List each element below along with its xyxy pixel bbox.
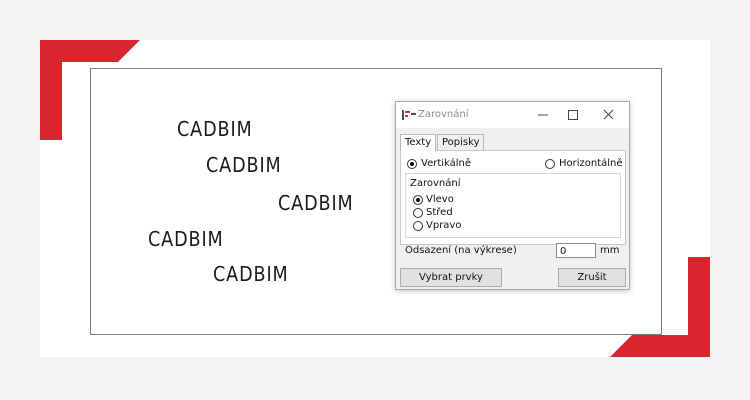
align-center-label[interactable]: Střed <box>426 207 453 218</box>
alignment-group-label: Zarovnání <box>410 178 461 189</box>
cancel-button[interactable]: Zrušit <box>558 268 626 287</box>
select-elements-button[interactable]: Vybrat prvky <box>400 268 502 287</box>
offset-label: Odsazení (na výkrese) <box>405 245 517 256</box>
minimize-button[interactable] <box>528 105 558 125</box>
cad-text-3[interactable]: CADBIM <box>278 191 354 215</box>
align-left-label[interactable]: Vlevo <box>426 194 454 205</box>
offset-input[interactable]: 0 <box>556 243 596 258</box>
maximize-icon <box>568 110 578 120</box>
tab-panel-texty: Vertikálně Horizontálně Zarovnání Vlevo … <box>400 150 626 245</box>
align-right-radio[interactable] <box>413 221 423 231</box>
horizontal-label[interactable]: Horizontálně <box>559 158 623 169</box>
alignment-dialog: Zarovnání Texty Popisky Vertikálně Horiz… <box>395 101 630 290</box>
close-button[interactable] <box>594 105 624 125</box>
vertical-label[interactable]: Vertikálně <box>421 158 471 169</box>
offset-unit: mm <box>600 245 620 256</box>
dialog-titlebar[interactable]: Zarovnání <box>396 102 629 128</box>
cad-text-5[interactable]: CADBIM <box>213 262 289 286</box>
align-left-radio[interactable] <box>413 195 423 205</box>
cad-text-4[interactable]: CADBIM <box>148 227 224 251</box>
cad-text-1[interactable]: CADBIM <box>177 117 253 141</box>
minimize-icon <box>538 114 548 116</box>
tab-texty[interactable]: Texty <box>400 134 437 152</box>
close-icon <box>603 109 614 120</box>
vertical-radio[interactable] <box>407 159 417 169</box>
align-center-radio[interactable] <box>413 208 423 218</box>
dialog-title: Zarovnání <box>418 109 469 120</box>
horizontal-radio[interactable] <box>545 159 555 169</box>
cad-text-2[interactable]: CADBIM <box>206 153 282 177</box>
align-text-icon <box>402 110 416 120</box>
align-right-label[interactable]: Vpravo <box>426 220 461 231</box>
maximize-button[interactable] <box>558 105 588 125</box>
